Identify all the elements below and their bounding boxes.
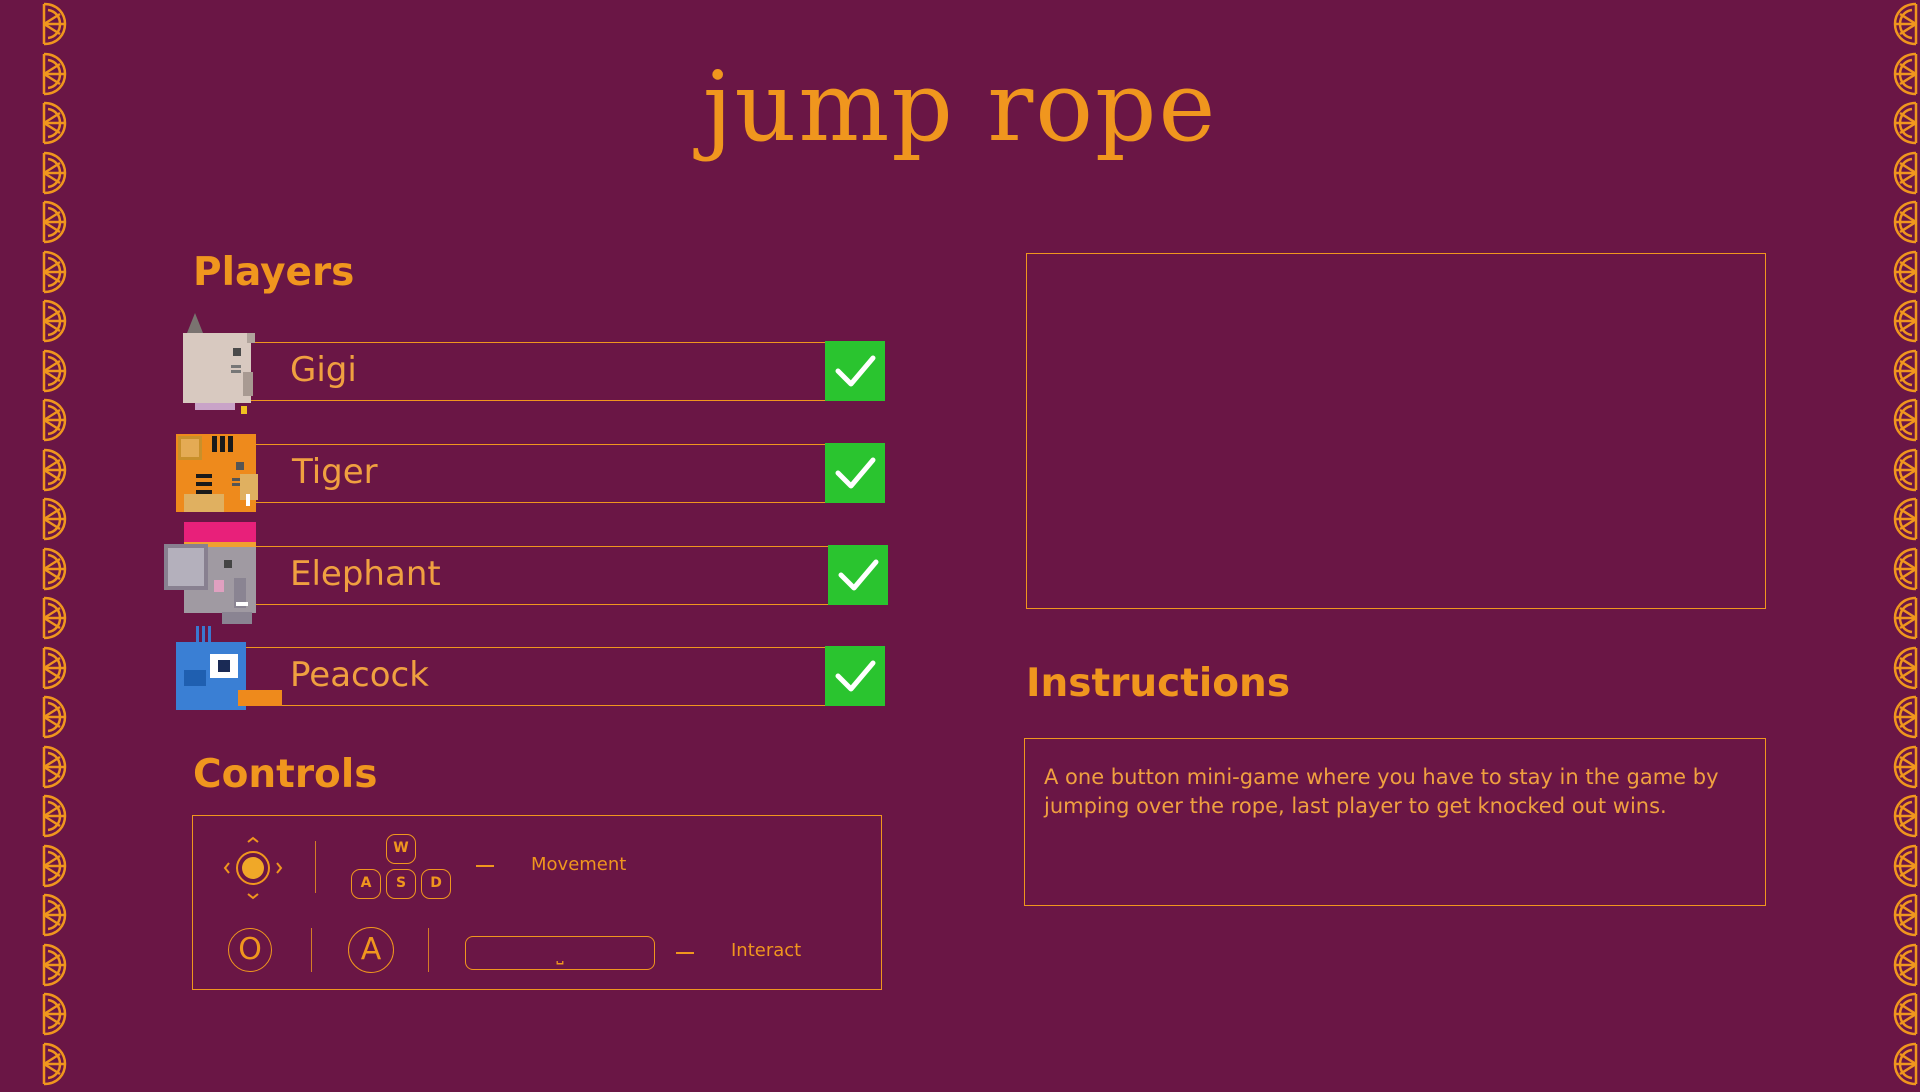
ornament-icon xyxy=(38,743,78,791)
peacock-avatar-icon xyxy=(176,626,282,710)
ready-check-icon xyxy=(825,341,885,401)
ornament-icon xyxy=(1882,693,1920,741)
dash xyxy=(476,865,494,867)
elephant-avatar-icon xyxy=(164,522,256,624)
ornament-icon xyxy=(1882,446,1920,494)
ornament-icon xyxy=(1882,644,1920,692)
key-d: D xyxy=(421,869,451,899)
preview-panel xyxy=(1026,253,1766,609)
tiger-avatar-icon xyxy=(176,434,258,512)
ornament-icon xyxy=(1882,248,1920,296)
joystick-icon xyxy=(223,836,283,900)
ornament-icon xyxy=(1882,347,1920,395)
ornament-icon xyxy=(1882,594,1920,642)
game-title: jump rope xyxy=(702,51,1218,163)
ready-check-icon xyxy=(828,545,888,605)
ornament-icon xyxy=(38,0,78,48)
separator xyxy=(315,841,316,893)
ornament-icon xyxy=(38,941,78,989)
ornament-icon xyxy=(1882,990,1920,1038)
key-w: W xyxy=(386,834,416,864)
right-ornament-border xyxy=(1882,0,1920,1085)
ready-check-icon xyxy=(825,443,885,503)
ornament-icon xyxy=(38,842,78,890)
ornament-icon xyxy=(38,891,78,939)
ornament-icon xyxy=(1882,891,1920,939)
ornament-icon xyxy=(38,990,78,1038)
controls-heading: Controls xyxy=(193,752,378,797)
ornament-icon xyxy=(1882,792,1920,840)
ornament-icon xyxy=(38,792,78,840)
ornament-icon xyxy=(1882,842,1920,890)
ornament-icon xyxy=(38,297,78,345)
ready-check-icon xyxy=(825,646,885,706)
ornament-icon xyxy=(38,248,78,296)
ornament-icon xyxy=(1882,941,1920,989)
player-name: Elephant xyxy=(290,554,441,594)
instructions-text: A one button mini-game where you have to… xyxy=(1044,765,1719,818)
player-name: Peacock xyxy=(290,655,429,695)
ornament-icon xyxy=(38,198,78,246)
key-s: S xyxy=(386,869,416,899)
separator xyxy=(311,928,312,972)
separator xyxy=(428,928,429,972)
a-button-icon: A xyxy=(348,927,394,973)
movement-label: Movement xyxy=(531,854,627,875)
ornament-icon xyxy=(38,693,78,741)
instructions-heading: Instructions xyxy=(1026,661,1291,706)
left-ornament-border xyxy=(38,0,78,1085)
players-heading: Players xyxy=(193,250,355,295)
ornament-icon xyxy=(38,347,78,395)
ornament-icon xyxy=(38,396,78,444)
ornament-icon xyxy=(38,644,78,692)
ornament-icon xyxy=(1882,396,1920,444)
ornament-icon xyxy=(1882,297,1920,345)
ornament-icon xyxy=(38,495,78,543)
dash xyxy=(676,952,694,954)
ornament-icon xyxy=(38,446,78,494)
ornament-icon xyxy=(1882,0,1920,48)
ornament-icon xyxy=(38,1040,78,1088)
ornament-icon xyxy=(1882,1040,1920,1088)
ornament-icon xyxy=(1882,495,1920,543)
circle-button-icon: O xyxy=(228,928,272,972)
ornament-icon xyxy=(1882,545,1920,593)
ornament-icon xyxy=(1882,743,1920,791)
player-name: Gigi xyxy=(290,350,357,390)
interact-label: Interact xyxy=(731,940,802,961)
ornament-icon xyxy=(1882,198,1920,246)
player-name: Tiger xyxy=(292,452,378,492)
ornament-icon xyxy=(38,545,78,593)
ornament-icon xyxy=(38,594,78,642)
goat-avatar-icon xyxy=(183,313,255,414)
spacebar-key: ⎵ xyxy=(465,936,655,970)
key-a: A xyxy=(351,869,381,899)
controls-panel: W A S D Movement O A ⎵ Interact xyxy=(192,815,882,990)
